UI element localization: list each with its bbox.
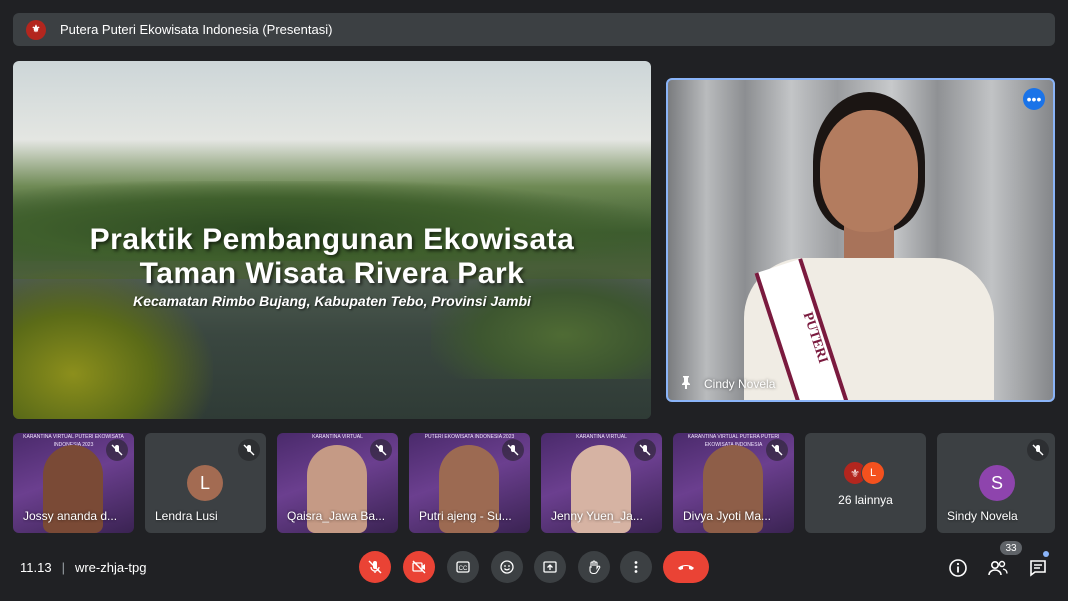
speaker-face <box>820 110 918 232</box>
slide-background-plant <box>13 269 213 419</box>
participant-tile[interactable]: PUTERI EKOWISATA INDONESIA 2023 Putri aj… <box>409 433 530 533</box>
speaker-video-tile[interactable]: PUTERI ••• Cindy Novela <box>666 78 1055 402</box>
speaker-name-label: Cindy Novela <box>680 375 775 392</box>
avatar: L <box>861 461 885 485</box>
mic-off-icon <box>106 439 128 461</box>
participant-tile[interactable]: KARANTINA VIRTUAL PUTERI EKOWISATA INDON… <box>13 433 134 533</box>
meeting-title-bar: ⚜ Putera Puteri Ekowisata Indonesia (Pre… <box>13 13 1055 46</box>
meeting-info: 11.13 | wre-zhja-tpg <box>20 560 147 575</box>
mic-toggle-button[interactable] <box>359 551 391 583</box>
slide-title-line2: Taman Wisata Rivera Park <box>139 257 525 290</box>
participant-name: Jossy ananda d... <box>23 509 118 523</box>
participant-name: Sindy Novela <box>947 509 1018 523</box>
presentation-slide[interactable]: Praktik Pembangunan Ekowisata Taman Wisa… <box>13 61 651 419</box>
meeting-controls-bar: 11.13 | wre-zhja-tpg CC <box>0 546 1068 591</box>
participant-tile[interactable]: KARANTINA VIRTUAL Jenny Yuen_Ja... <box>541 433 662 533</box>
meeting-title: Putera Puteri Ekowisata Indonesia (Prese… <box>60 22 333 37</box>
present-button[interactable] <box>534 551 566 583</box>
meeting-details-button[interactable] <box>946 556 970 580</box>
participant-strip: KARANTINA VIRTUAL PUTERI EKOWISATA INDON… <box>13 433 1055 533</box>
mic-off-icon <box>370 439 392 461</box>
reactions-button[interactable] <box>491 551 523 583</box>
svg-text:CC: CC <box>459 566 468 572</box>
end-call-icon <box>678 565 694 570</box>
mic-off-icon <box>766 439 788 461</box>
raise-hand-button[interactable] <box>578 551 610 583</box>
participant-tile[interactable]: S Sindy Novela <box>937 433 1055 533</box>
chat-button[interactable] <box>1026 556 1050 580</box>
meeting-time: 11.13 <box>20 560 52 575</box>
chat-icon <box>1030 560 1046 577</box>
captions-icon: CC <box>456 561 470 573</box>
avatar: S <box>979 465 1015 501</box>
mic-off-icon <box>502 439 524 461</box>
slide-subtitle: Kecamatan Rimbo Bujang, Kabupaten Tebo, … <box>133 293 531 309</box>
mic-off-icon <box>634 439 656 461</box>
participant-tile[interactable]: KARANTINA VIRTUAL Qaisra_Jawa Ba... <box>277 433 398 533</box>
pin-icon[interactable] <box>680 375 692 392</box>
participant-count-badge: 33 <box>1000 541 1022 555</box>
participant-name: Jenny Yuen_Ja... <box>551 509 643 523</box>
more-vert-icon <box>634 561 638 573</box>
people-button[interactable] <box>986 556 1010 580</box>
participant-tile[interactable]: KARANTINA VIRTUAL PUTERA PUTERI EKOWISAT… <box>673 433 794 533</box>
info-icon <box>949 559 967 577</box>
camera-off-icon <box>412 560 426 574</box>
people-icon <box>988 560 1008 576</box>
more-participants-tile[interactable]: ⚜ L 26 lainnya <box>805 433 926 533</box>
participant-tile[interactable]: L Lendra Lusi <box>145 433 266 533</box>
end-call-button[interactable] <box>663 551 709 583</box>
participant-name: Lendra Lusi <box>155 509 218 523</box>
more-participants-avatars: ⚜ L <box>843 461 885 485</box>
present-screen-icon <box>543 561 557 573</box>
slide-title-line1: Praktik Pembangunan Ekowisata <box>89 223 575 256</box>
captions-button[interactable]: CC <box>447 551 479 583</box>
mic-off-icon <box>238 439 260 461</box>
participant-name: Divya Jyoti Ma... <box>683 509 772 523</box>
meeting-code: wre-zhja-tpg <box>74 560 147 575</box>
divider: | <box>61 560 65 575</box>
avatar: L <box>187 465 223 501</box>
more-participants-label: 26 lainnya <box>838 493 893 507</box>
mic-off-icon <box>368 560 382 574</box>
emoji-icon <box>500 560 514 574</box>
raise-hand-icon <box>589 560 601 575</box>
chat-notification-dot <box>1043 551 1049 557</box>
camera-toggle-button[interactable] <box>403 551 435 583</box>
more-options-button[interactable] <box>620 551 652 583</box>
participant-name: Qaisra_Jawa Ba... <box>287 509 386 523</box>
participant-name: Putri ajeng - Su... <box>419 509 512 523</box>
meeting-logo: ⚜ <box>26 19 46 40</box>
mic-off-icon <box>1027 439 1049 461</box>
more-horiz-icon[interactable]: ••• <box>1023 88 1045 110</box>
speaker-name: Cindy Novela <box>704 376 776 391</box>
